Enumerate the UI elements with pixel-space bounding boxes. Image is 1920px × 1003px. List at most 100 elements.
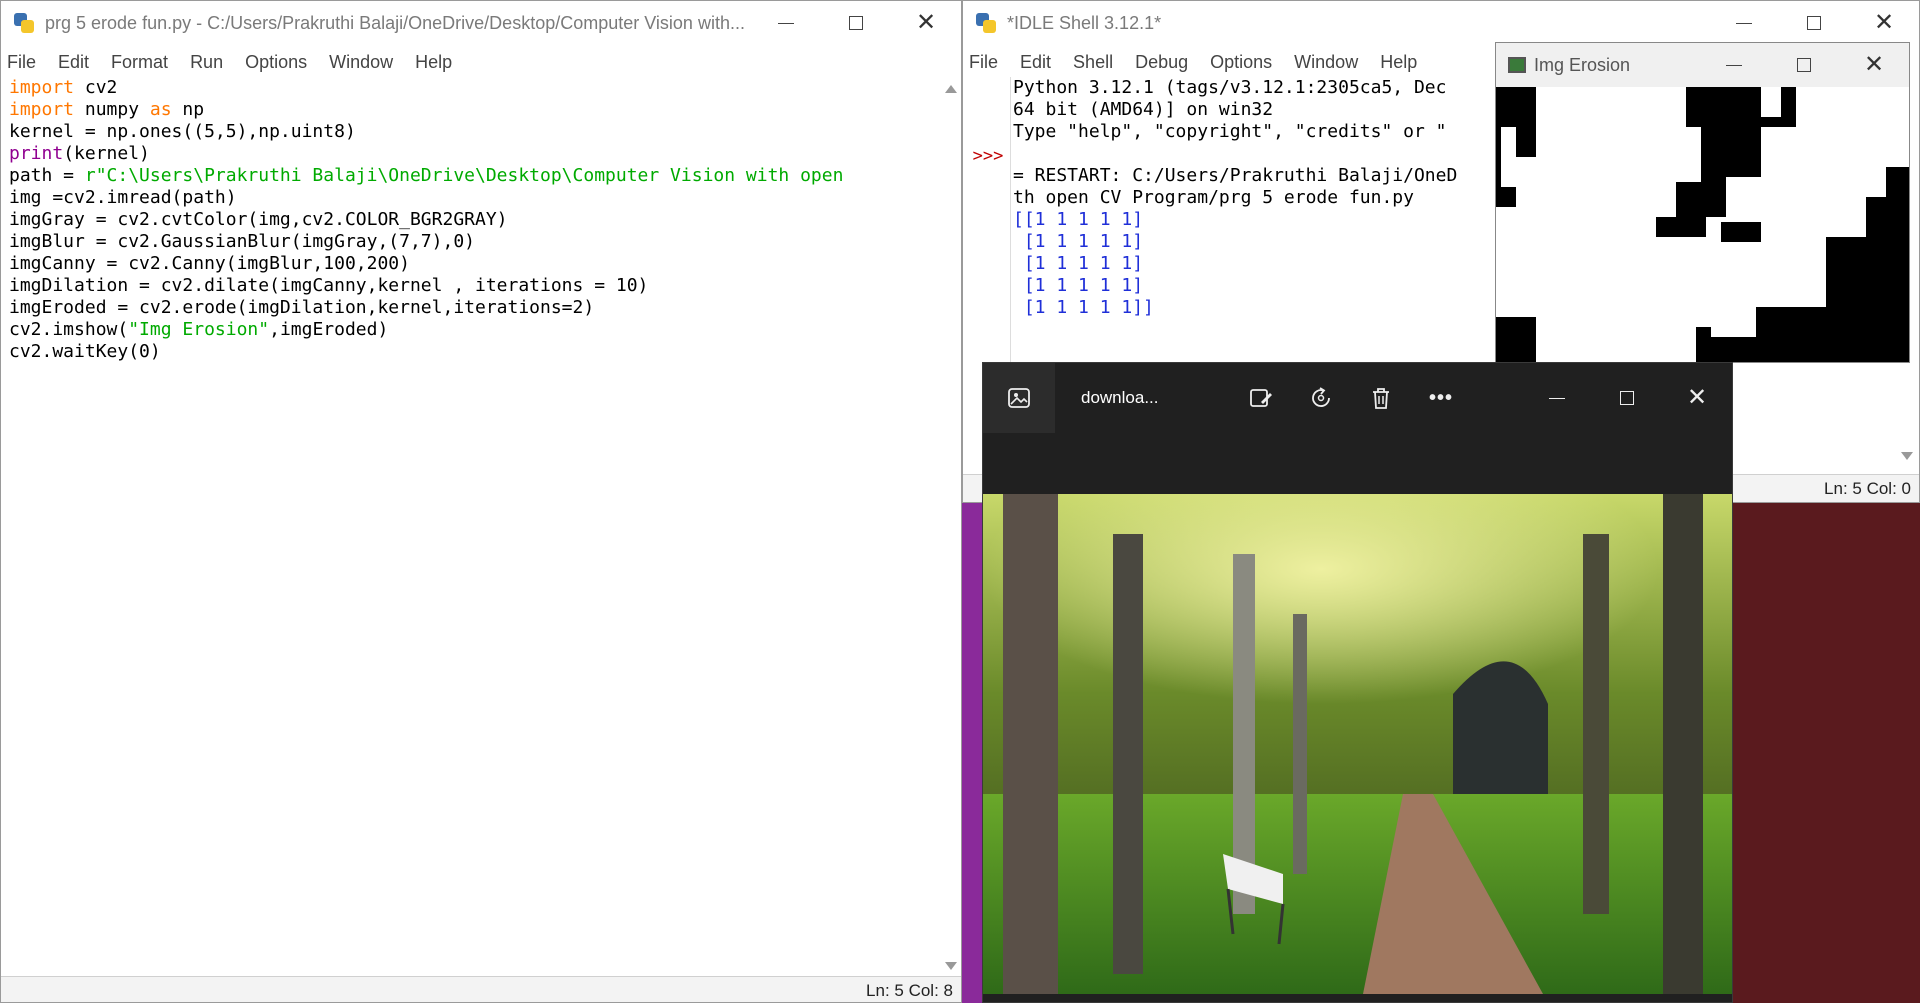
menu-window[interactable]: Window	[1294, 52, 1358, 73]
menu-help[interactable]: Help	[415, 52, 452, 73]
code-line: imgGray = cv2.cvtColor(img,cv2.COLOR_BGR…	[9, 209, 939, 231]
code-token: r"C:\Users\Prakruthi Balaji\OneDrive\Des…	[84, 165, 844, 186]
menu-edit[interactable]: Edit	[1020, 52, 1051, 73]
code-line: import numpy as np	[9, 99, 939, 121]
editor-window: prg 5 erode fun.py - C:/Users/Prakruthi …	[0, 0, 962, 1003]
menu-run[interactable]: Run	[190, 52, 223, 73]
code-line: print(kernel)	[9, 143, 939, 165]
maximize-button[interactable]	[1769, 43, 1839, 87]
more-icon: •••	[1428, 386, 1453, 409]
code-token: print	[9, 143, 64, 164]
maximize-button[interactable]	[1779, 1, 1849, 45]
code-token: cv2.imshow(	[9, 319, 129, 340]
code-line: img =cv2.imread(path)	[9, 187, 939, 209]
code-token: cv2	[74, 77, 118, 98]
close-button[interactable]: ✕	[1849, 1, 1919, 45]
close-icon: ✕	[915, 9, 937, 36]
close-button[interactable]: ✕	[1839, 43, 1909, 87]
shell-prompt: >>>	[972, 146, 1004, 166]
code-token: (kernel)	[63, 143, 150, 164]
delete-button[interactable]	[1351, 363, 1411, 433]
code-line: path = r"C:\Users\Prakruthi Balaji\OneDr…	[9, 165, 939, 187]
code-line: cv2.waitKey(0)	[9, 341, 939, 363]
editor-title: prg 5 erode fun.py - C:/Users/Prakruthi …	[45, 12, 745, 33]
maximize-icon	[849, 16, 863, 30]
code-token: kernel = np.ones((5,5),np.uint8)	[9, 121, 356, 142]
minimize-icon	[1736, 22, 1752, 24]
eroded-image	[1496, 87, 1909, 362]
minimize-button[interactable]	[1699, 43, 1769, 87]
code-line: import cv2	[9, 77, 939, 99]
python-icon	[13, 12, 35, 34]
minimize-icon	[778, 22, 794, 24]
code-token: np	[171, 99, 205, 120]
rotate-button[interactable]	[1291, 363, 1351, 433]
minimize-icon	[1726, 64, 1742, 66]
menu-window[interactable]: Window	[329, 52, 393, 73]
menu-format[interactable]: Format	[111, 52, 168, 73]
menu-shell[interactable]: Shell	[1073, 52, 1113, 73]
close-button[interactable]: ✕	[891, 1, 961, 45]
menu-options[interactable]: Options	[1210, 52, 1272, 73]
background-window	[962, 503, 982, 1003]
photo-filename: downloa...	[1081, 388, 1159, 407]
menu-file[interactable]: File	[7, 52, 36, 73]
code-token: "Img Erosion"	[128, 319, 270, 340]
code-token: imgGray = cv2.cvtColor(img,cv2.COLOR_BGR…	[9, 209, 508, 230]
scroll-down-icon[interactable]	[1901, 452, 1913, 460]
code-token: as	[149, 99, 172, 120]
erosion-titlebar[interactable]: Img Erosion ✕	[1496, 43, 1909, 87]
code-line: imgDilation = cv2.dilate(imgCanny,kernel…	[9, 275, 939, 297]
maximize-icon	[1807, 16, 1821, 30]
close-icon: ✕	[1873, 9, 1895, 36]
code-line: cv2.imshow("Img Erosion",imgEroded)	[9, 319, 939, 341]
scroll-up-icon[interactable]	[945, 85, 957, 93]
code-editor[interactable]: import cv2 import numpy as np kernel = np.…	[9, 77, 939, 977]
more-button[interactable]: •••	[1411, 363, 1471, 433]
minimize-icon	[1549, 397, 1565, 399]
menu-edit[interactable]: Edit	[58, 52, 89, 73]
menu-help[interactable]: Help	[1380, 52, 1417, 73]
maximize-icon	[1620, 391, 1634, 405]
code-token: imgDilation = cv2.dilate(imgCanny,kernel…	[9, 275, 649, 296]
editor-statusbar: Ln: 5 Col: 8	[1, 976, 961, 1002]
code-line: imgEroded = cv2.erode(imgDilation,kernel…	[9, 297, 939, 319]
photos-window: downloa... ••• ✕	[982, 362, 1733, 1003]
code-line: imgBlur = cv2.GaussianBlur(imgGray,(7,7)…	[9, 231, 939, 253]
maximize-icon	[1797, 58, 1811, 72]
gallery-icon	[1008, 388, 1030, 408]
code-token: imgEroded = cv2.erode(imgDilation,kernel…	[9, 297, 595, 318]
cursor-position: Ln: 5 Col: 8	[866, 981, 953, 1000]
shell-title: *IDLE Shell 3.12.1*	[1007, 12, 1162, 33]
photos-toolbar: downloa... ••• ✕	[983, 363, 1732, 433]
minimize-button[interactable]	[1522, 376, 1592, 420]
menu-file[interactable]: File	[969, 52, 998, 73]
minimize-button[interactable]	[751, 1, 821, 45]
image-icon	[1508, 57, 1526, 73]
editor-titlebar[interactable]: prg 5 erode fun.py - C:/Users/Prakruthi …	[1, 1, 961, 45]
close-icon: ✕	[1863, 51, 1885, 78]
erosion-title: Img Erosion	[1534, 54, 1631, 75]
editor-menubar: File Edit Format Run Options Window Help	[1, 47, 961, 77]
code-token: cv2.waitKey(0)	[9, 341, 161, 362]
code-token: import	[9, 77, 75, 98]
editor-scrollbar[interactable]	[941, 77, 961, 977]
shell-titlebar[interactable]: *IDLE Shell 3.12.1* ✕	[963, 1, 1919, 45]
python-icon	[975, 12, 997, 34]
shell-cursor-position: Ln: 5 Col: 0	[1824, 479, 1911, 498]
minimize-button[interactable]	[1709, 1, 1779, 45]
close-button[interactable]: ✕	[1662, 376, 1732, 420]
code-token: ,imgEroded)	[269, 319, 389, 340]
menu-options[interactable]: Options	[245, 52, 307, 73]
maximize-button[interactable]	[1592, 376, 1662, 420]
gallery-button[interactable]	[983, 363, 1055, 433]
scroll-down-icon[interactable]	[945, 962, 957, 970]
code-token: numpy	[74, 99, 150, 120]
maximize-button[interactable]	[821, 1, 891, 45]
menu-debug[interactable]: Debug	[1135, 52, 1188, 73]
code-token: imgCanny = cv2.Canny(imgBlur,100,200)	[9, 253, 410, 274]
edit-image-button[interactable]	[1231, 363, 1291, 433]
code-token: import	[9, 99, 75, 120]
edit-image-icon	[1250, 389, 1272, 407]
erosion-window: Img Erosion ✕	[1495, 42, 1910, 363]
